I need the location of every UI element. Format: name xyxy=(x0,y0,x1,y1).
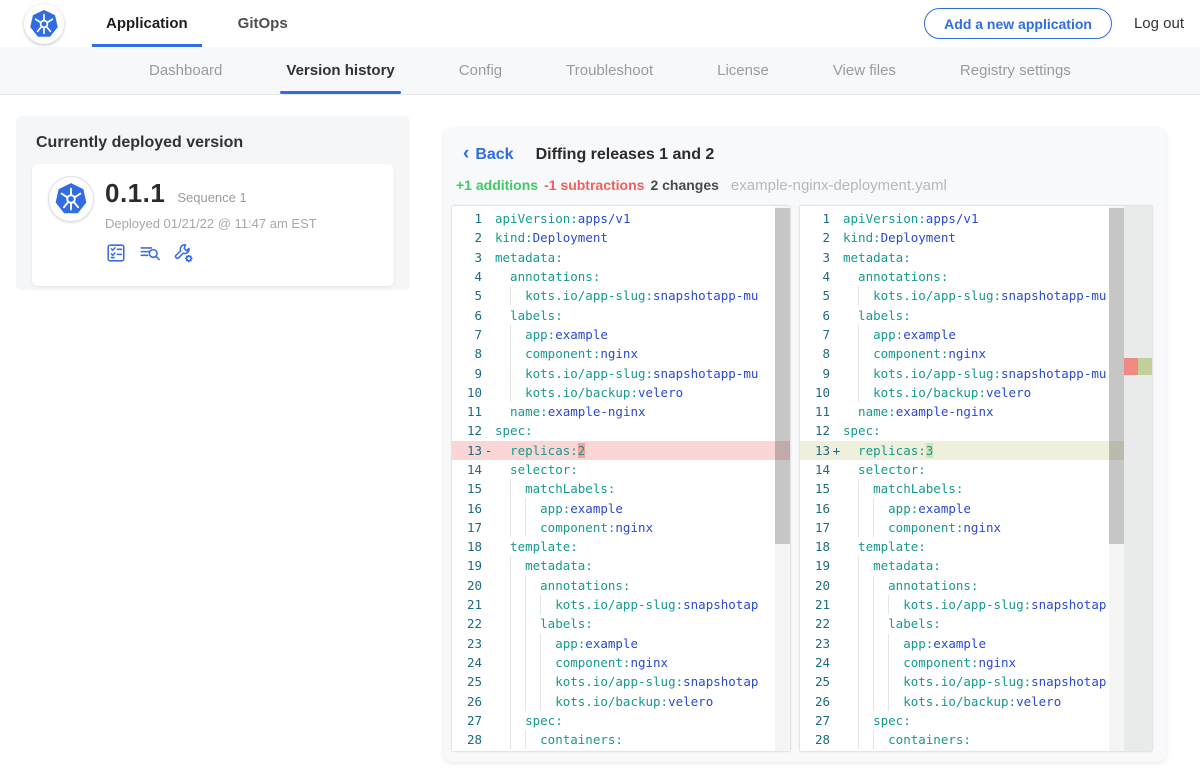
code-line: 19metadata: xyxy=(452,556,790,575)
sub-tab-troubleshoot[interactable]: Troubleshoot xyxy=(562,47,657,94)
deployed-timestamp: Deployed 01/21/22 @ 11:47 am EST xyxy=(105,216,378,231)
top-tab-application[interactable]: Application xyxy=(92,0,202,47)
code-line: 8component: nginx xyxy=(800,344,1124,363)
back-button[interactable]: ‹ Back xyxy=(463,145,514,164)
chevron-left-icon: ‹ xyxy=(463,144,469,163)
code-line: 3metadata: xyxy=(800,248,1124,267)
code-line: 18template: xyxy=(800,537,1124,556)
overview-ruler[interactable] xyxy=(1124,206,1152,751)
sub-tab-license[interactable]: License xyxy=(713,47,773,94)
diff-editor-modified: 1apiVersion: apps/v12kind: Deployment3me… xyxy=(800,206,1152,751)
deployed-version-box: 0.1.1 Sequence 1 Deployed 01/21/22 @ 11:… xyxy=(32,164,394,286)
code-line: 25kots.io/app-slug: snapshotap xyxy=(800,672,1124,691)
top-tabs: Application GitOps xyxy=(92,0,324,47)
code-line: 19metadata: xyxy=(800,556,1124,575)
code-line: 4annotations: xyxy=(800,267,1124,286)
diff-line-added: 13+replicas: 3 xyxy=(800,441,1124,460)
code-line: 24component: nginx xyxy=(800,653,1124,672)
code-line: 2kind: Deployment xyxy=(800,228,1124,247)
code-line: 27spec: xyxy=(800,711,1124,730)
sub-tab-config[interactable]: Config xyxy=(455,47,506,94)
top-nav: ApplicationGitOps Add a new application … xyxy=(0,0,1200,47)
code-line: 26kots.io/backup: velero xyxy=(452,691,790,710)
code-line: 14selector: xyxy=(800,460,1124,479)
diff-editor-original: 1apiVersion: apps/v12kind: Deployment3me… xyxy=(452,206,790,751)
diff-title: Diffing releases 1 and 2 xyxy=(536,146,715,164)
code-line: 12spec: xyxy=(800,421,1124,440)
add-new-application-button[interactable]: Add a new application xyxy=(924,8,1112,39)
diff-filename: example-nginx-deployment.yaml xyxy=(731,177,947,194)
code-line: 24component: nginx xyxy=(452,653,790,672)
sub-tab-registry-settings[interactable]: Registry settings xyxy=(956,47,1075,94)
code-line: 15matchLabels: xyxy=(452,479,790,498)
deployed-card-title: Currently deployed version xyxy=(36,134,394,152)
top-tab-gitops[interactable]: GitOps xyxy=(224,0,302,47)
code-line: 8component: nginx xyxy=(452,344,790,363)
code-line: 3metadata: xyxy=(452,248,790,267)
code-line: 16app: example xyxy=(800,498,1124,517)
code-line: 10kots.io/backup: velero xyxy=(800,383,1124,402)
code-line: 10kots.io/backup: velero xyxy=(452,383,790,402)
sub-tab-version-history[interactable]: Version history xyxy=(282,47,398,94)
code-line: 5kots.io/app-slug: snapshotapp-mu xyxy=(800,286,1124,305)
code-line: 7app: example xyxy=(452,325,790,344)
code-line: 18template: xyxy=(452,537,790,556)
diff-ruler-marker xyxy=(1124,358,1152,375)
code-line: 15matchLabels: xyxy=(800,479,1124,498)
code-line: 4annotations: xyxy=(452,267,790,286)
code-line: 7app: example xyxy=(800,325,1124,344)
code-line: 2kind: Deployment xyxy=(452,228,790,247)
code-line: 1apiVersion: apps/v1 xyxy=(800,209,1124,228)
release-notes-icon[interactable] xyxy=(105,242,127,264)
scrollbar-modified[interactable] xyxy=(1109,206,1124,751)
code-line: 26kots.io/backup: velero xyxy=(800,691,1124,710)
code-line: 27spec: xyxy=(452,711,790,730)
version-number: 0.1.1 xyxy=(105,178,165,209)
code-line: 17component: nginx xyxy=(452,518,790,537)
code-line: 17component: nginx xyxy=(800,518,1124,537)
code-line: 20annotations: xyxy=(800,576,1124,595)
view-logs-icon[interactable] xyxy=(139,242,161,264)
code-line: 9kots.io/app-slug: snapshotapp-mu xyxy=(452,363,790,382)
sequence-label: Sequence 1 xyxy=(177,190,246,205)
code-line: 20annotations: xyxy=(452,576,790,595)
code-line: 1apiVersion: apps/v1 xyxy=(452,209,790,228)
code-line: 23app: example xyxy=(452,634,790,653)
code-line: 21kots.io/app-slug: snapshotap xyxy=(452,595,790,614)
code-line: 14selector: xyxy=(452,460,790,479)
code-line: 22labels: xyxy=(800,614,1124,633)
additions-count: +1 additions xyxy=(456,177,538,193)
diff-stats: +1 additions -1 subtractions 2 changes e… xyxy=(444,164,1166,194)
diff-panel: ‹ Back Diffing releases 1 and 2 +1 addit… xyxy=(444,128,1166,762)
sub-tab-view-files[interactable]: View files xyxy=(829,47,900,94)
code-line: 5kots.io/app-slug: snapshotapp-mu xyxy=(452,286,790,305)
code-line: 28containers: xyxy=(800,730,1124,749)
code-line: 23app: example xyxy=(800,634,1124,653)
code-line: 21kots.io/app-slug: snapshotap xyxy=(800,595,1124,614)
app-subnav: Dashboard Version history Config Troublesho… xyxy=(0,47,1200,95)
kubernetes-logo-icon xyxy=(24,4,64,44)
currently-deployed-card: Currently deployed version 0.1.1 Sequenc… xyxy=(16,116,410,290)
code-line: 11name: example-nginx xyxy=(800,402,1124,421)
logout-link[interactable]: Log out xyxy=(1134,15,1184,32)
changes-count: 2 changes xyxy=(650,177,718,193)
code-line: 6labels: xyxy=(452,305,790,324)
code-line: 9kots.io/app-slug: snapshotapp-mu xyxy=(800,363,1124,382)
code-line: 28containers: xyxy=(452,730,790,749)
code-line: 6labels: xyxy=(800,305,1124,324)
config-tools-icon[interactable] xyxy=(173,242,195,264)
code-line: 12spec: xyxy=(452,421,790,440)
sub-tab-dashboard[interactable]: Dashboard xyxy=(145,47,226,94)
subtractions-count: -1 subtractions xyxy=(544,177,644,193)
code-line: 22labels: xyxy=(452,614,790,633)
scrollbar-original[interactable] xyxy=(775,206,790,751)
code-line: 16app: example xyxy=(452,498,790,517)
app-kubernetes-icon xyxy=(48,176,94,222)
code-line: 25kots.io/app-slug: snapshotap xyxy=(452,672,790,691)
diff-line-removed: 13-replicas: 2 xyxy=(452,441,790,460)
code-line: 11name: example-nginx xyxy=(452,402,790,421)
